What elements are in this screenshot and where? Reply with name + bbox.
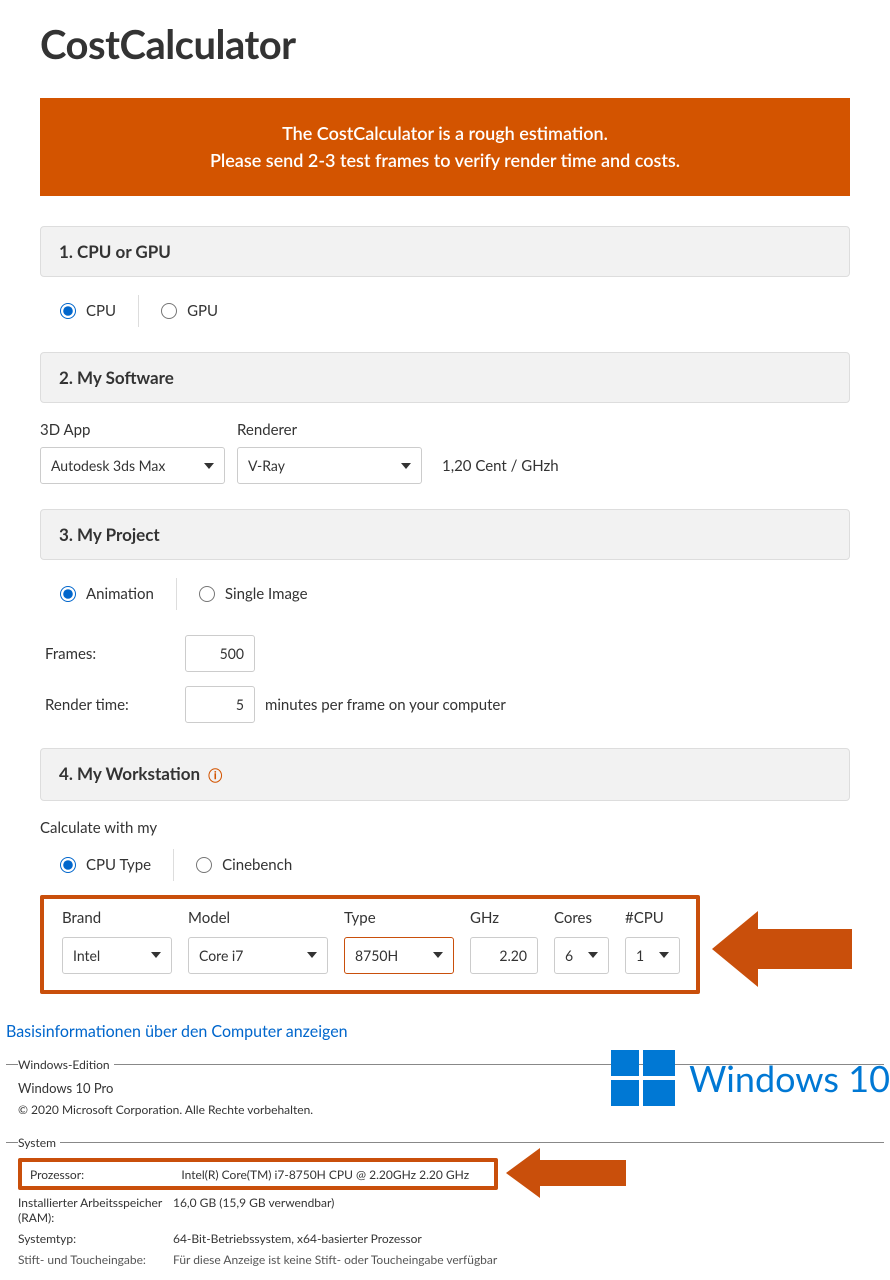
radio-single-label: Single Image [225,585,308,603]
workstation-highlight-box: Brand Intel Model Core i7 Type 8750H GHz… [40,895,700,994]
type-select[interactable]: 8750H [344,937,454,974]
calc-with-label: Calculate with my [40,819,850,837]
info-icon[interactable]: ⓘ [208,767,222,784]
radio-single[interactable]: Single Image [199,585,308,603]
radio-cinebench-label: Cinebench [222,856,292,874]
rendertime-label: Render time: [45,696,185,714]
arrow-left-icon [506,1148,626,1198]
radio-gpu[interactable]: GPU [161,302,218,320]
rendertime-input[interactable] [185,686,255,723]
cores-label: Cores [554,909,609,927]
radio-gpu-label: GPU [187,302,218,320]
section-4-title: 4. My Workstation [59,763,200,784]
model-label: Model [188,909,328,927]
windows-logo: Windows 10 [611,1050,890,1106]
info-banner: The CostCalculator is a rough estimation… [40,98,850,196]
app-label: 3D App [40,421,225,439]
price-text: 1,20 Cent / GHzh [434,448,559,484]
app-select[interactable]: Autodesk 3ds Max [40,447,225,484]
radio-animation-input[interactable] [60,586,76,602]
radio-animation[interactable]: Animation [60,585,154,603]
arrow-left-icon [712,911,852,987]
system-legend: System [18,1135,60,1150]
processor-label: Prozessor: [30,1167,178,1182]
touch-value: Für diese Anzeige ist keine Stift- oder … [173,1249,884,1270]
frames-label: Frames: [45,645,185,663]
ncpu-label: #CPU [625,909,680,927]
cores-select[interactable]: 6 [554,937,609,974]
section-2-header: 2. My Software [40,352,850,403]
system-table: Installierter Arbeitsspeicher (RAM): 16,… [18,1192,884,1270]
edition-legend: Windows-Edition [18,1057,114,1072]
ghz-label: GHz [470,909,538,927]
banner-line1: The CostCalculator is a rough estimation… [60,120,830,147]
banner-line2: Please send 2-3 test frames to verify re… [60,147,830,174]
radio-animation-label: Animation [86,585,154,603]
brand-label: Brand [62,909,172,927]
radio-single-input[interactable] [199,586,215,602]
processor-value: Intel(R) Core(TM) i7-8750H CPU @ 2.20GHz… [181,1167,469,1182]
systype-label: Systemtyp: [18,1228,173,1249]
ram-label: Installierter Arbeitsspeicher (RAM): [18,1192,173,1228]
divider [176,578,177,610]
radio-gpu-input[interactable] [161,303,177,319]
processor-highlight-box: Prozessor: Intel(R) Core(TM) i7-8750H CP… [18,1158,498,1190]
radio-cinebench[interactable]: Cinebench [196,856,292,874]
sysinfo-title: Basisinformationen über den Computer anz… [6,1022,884,1041]
systype-value: 64-Bit-Betriebssystem, x64-basierter Pro… [173,1228,884,1249]
renderer-label: Renderer [237,421,422,439]
divider [138,295,139,327]
radio-cpu-label: CPU [86,302,116,320]
touch-label: Stift- und Toucheingabe: [18,1249,173,1270]
page-title: CostCalculator [40,20,850,68]
radio-cputype[interactable]: CPU Type [60,856,151,874]
system-fieldset: System Prozessor: Intel(R) Core(TM) i7-8… [6,1135,884,1270]
renderer-select[interactable]: V-Ray [237,447,422,484]
type-label: Type [344,909,454,927]
section-3-header: 3. My Project [40,509,850,560]
ncpu-select[interactable]: 1 [625,937,680,974]
frames-input[interactable] [185,635,255,672]
radio-cpu[interactable]: CPU [60,302,116,320]
section-1-header: 1. CPU or GPU [40,226,850,277]
ghz-input[interactable] [470,937,538,974]
model-select[interactable]: Core i7 [188,937,328,974]
windows-logo-icon [611,1050,675,1106]
radio-cinebench-input[interactable] [196,857,212,873]
radio-cputype-label: CPU Type [86,856,151,874]
radio-cpu-input[interactable] [60,303,76,319]
brand-select[interactable]: Intel [62,937,172,974]
windows-logo-text: Windows 10 [689,1056,890,1100]
rendertime-suffix: minutes per frame on your computer [265,696,506,714]
divider [173,849,174,881]
radio-cputype-input[interactable] [60,857,76,873]
section-4-header: 4. My Workstation ⓘ [40,748,850,801]
